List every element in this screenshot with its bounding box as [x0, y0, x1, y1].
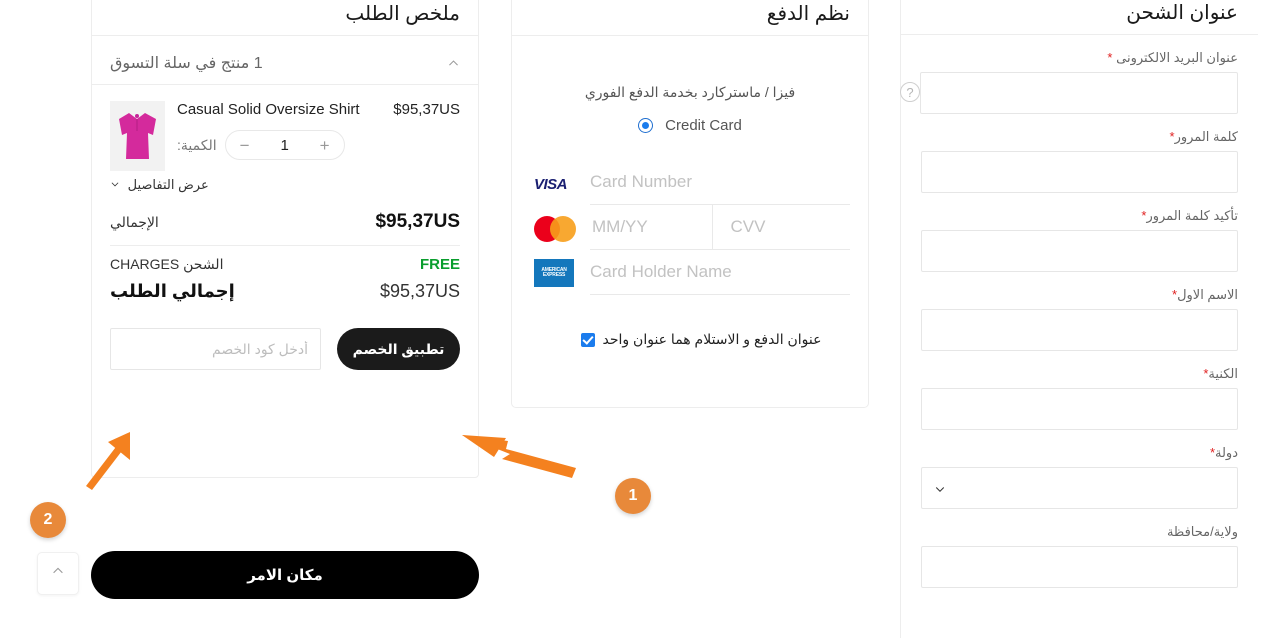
- grand-total-value: $95,37US: [380, 281, 460, 302]
- email-input[interactable]: [920, 72, 1238, 114]
- field-first-name: الاسم الاول*: [901, 287, 1258, 351]
- chevron-down-icon: [110, 177, 120, 192]
- field-confirm-password-label: تأكيد كلمة المرور*: [921, 208, 1238, 224]
- card-number-field[interactable]: Card Number: [590, 160, 850, 205]
- card-entry-area: VISA AMERICAN EXPRESS Card Number MM/YY …: [512, 160, 868, 295]
- state-input[interactable]: [921, 546, 1238, 588]
- annotation-badge-1: 1: [615, 478, 651, 514]
- totals-section: الإجمالي $95,37US الشحن CHARGES FREE إجم…: [92, 193, 478, 302]
- credit-card-radio[interactable]: [638, 118, 653, 133]
- chevron-up-icon[interactable]: [447, 57, 460, 70]
- cart-items-count-label: 1 منتج في سلة التسوق: [110, 53, 263, 73]
- quantity-decrement-button[interactable]: −: [240, 137, 250, 154]
- field-password: كلمة المرور*: [901, 129, 1258, 193]
- last-name-input[interactable]: [921, 388, 1238, 430]
- order-summary-title: ملخص الطلب: [92, 1, 478, 36]
- quantity-increment-button[interactable]: +: [320, 137, 330, 154]
- field-last-name-label: الكنية*: [921, 366, 1238, 382]
- shipping-charges-row: الشحن CHARGES FREE: [110, 256, 460, 273]
- annotation-badge-2: 2: [30, 502, 66, 538]
- coupon-row: تطبيق الخصم: [92, 302, 478, 370]
- mastercard-logo-icon: [534, 214, 578, 243]
- help-icon[interactable]: ?: [900, 82, 920, 102]
- scroll-to-top-button[interactable]: [37, 552, 79, 595]
- quantity-value: 1: [280, 137, 288, 154]
- country-select[interactable]: [921, 467, 1238, 509]
- chevron-up-icon: [51, 564, 65, 583]
- payment-panel: نظم الدفع فيزا / ماستركارد بخدمة الدفع ا…: [511, 0, 869, 408]
- shipping-charges-value: FREE: [420, 256, 460, 273]
- cvv-placeholder: CVV: [731, 217, 766, 237]
- same-address-label: عنوان الدفع و الاستلام هما عنوان واحد: [603, 331, 822, 348]
- cart-product-row: Casual Solid Oversize Shirt $95,37US الك…: [92, 85, 478, 171]
- product-info: Casual Solid Oversize Shirt $95,37US الك…: [177, 101, 460, 171]
- grand-total-row: إجمالي الطلب $95,37US: [110, 281, 460, 302]
- show-details-toggle[interactable]: عرض التفاصيل: [110, 171, 478, 193]
- quantity-label: الكمية:: [177, 137, 217, 154]
- field-country-label: دولة*: [921, 445, 1238, 461]
- card-number-placeholder: Card Number: [590, 172, 692, 192]
- chevron-down-icon: [934, 482, 946, 494]
- field-first-name-label: الاسم الاول*: [921, 287, 1238, 303]
- same-address-checkbox[interactable]: [581, 333, 595, 347]
- confirm-password-input[interactable]: [921, 230, 1238, 272]
- card-holder-placeholder: Card Holder Name: [590, 262, 732, 282]
- field-country: دولة*: [901, 445, 1258, 509]
- card-brand-logos: VISA AMERICAN EXPRESS: [534, 160, 578, 295]
- subtotal-value: $95,37US: [375, 211, 460, 233]
- cart-items-toggle[interactable]: 1 منتج في سلة التسوق: [92, 36, 478, 85]
- visa-logo-text: VISA: [534, 176, 567, 193]
- credit-card-label: Credit Card: [665, 117, 742, 134]
- credit-card-option[interactable]: Credit Card: [512, 117, 868, 134]
- payment-method-note: فيزا / ماستركارد بخدمة الدفع الفوري: [512, 84, 868, 101]
- grand-total-label: إجمالي الطلب: [110, 281, 235, 302]
- cvv-field[interactable]: CVV: [712, 205, 851, 249]
- same-address-row[interactable]: عنوان الدفع و الاستلام هما عنوان واحد: [512, 331, 868, 348]
- field-confirm-password: تأكيد كلمة المرور*: [901, 208, 1258, 272]
- field-password-label: كلمة المرور*: [921, 129, 1238, 145]
- visa-logo-icon: VISA: [534, 170, 578, 199]
- password-input[interactable]: [921, 151, 1238, 193]
- quantity-row: الكمية: − 1 +: [177, 130, 460, 160]
- card-fields: Card Number MM/YY CVV Card Holder Name: [590, 160, 850, 295]
- product-name: Casual Solid Oversize Shirt: [177, 101, 360, 118]
- first-name-input[interactable]: [921, 309, 1238, 351]
- show-details-label: عرض التفاصيل: [128, 177, 209, 192]
- product-price: $95,37US: [393, 101, 460, 118]
- subtotal-row: الإجمالي $95,37US: [110, 211, 460, 233]
- card-holder-field[interactable]: Card Holder Name: [590, 250, 850, 295]
- expiry-cvv-row: MM/YY CVV: [590, 205, 850, 250]
- field-state: ولاية/محافظة: [901, 524, 1258, 588]
- expiry-field[interactable]: MM/YY: [590, 205, 712, 249]
- order-summary-panel: ملخص الطلب 1 منتج في سلة التسوق Casual S…: [91, 0, 479, 478]
- totals-divider: [110, 245, 460, 246]
- shipping-charges-label: الشحن CHARGES: [110, 256, 223, 273]
- product-thumbnail[interactable]: [110, 101, 165, 171]
- field-email-label: عنوان البريد الالكترونى *: [921, 50, 1238, 66]
- quantity-stepper[interactable]: − 1 +: [225, 130, 345, 160]
- apply-discount-button[interactable]: تطبيق الخصم: [337, 328, 460, 370]
- payment-title: نظم الدفع: [512, 1, 868, 36]
- amex-logo-text: AMERICAN EXPRESS: [534, 268, 574, 278]
- field-state-label: ولاية/محافظة: [921, 524, 1238, 540]
- place-order-button[interactable]: مكان الامر: [91, 551, 479, 599]
- field-last-name: الكنية*: [901, 366, 1258, 430]
- amex-logo-icon: AMERICAN EXPRESS: [534, 258, 578, 287]
- shipping-address-title: عنوان الشحن: [901, 0, 1258, 35]
- subtotal-label: الإجمالي: [110, 214, 159, 231]
- field-email: عنوان البريد الالكترونى * ?: [901, 50, 1258, 114]
- shipping-address-panel: عنوان الشحن عنوان البريد الالكترونى * ? …: [900, 0, 1258, 638]
- coupon-code-input[interactable]: [110, 328, 321, 370]
- expiry-placeholder: MM/YY: [592, 217, 648, 237]
